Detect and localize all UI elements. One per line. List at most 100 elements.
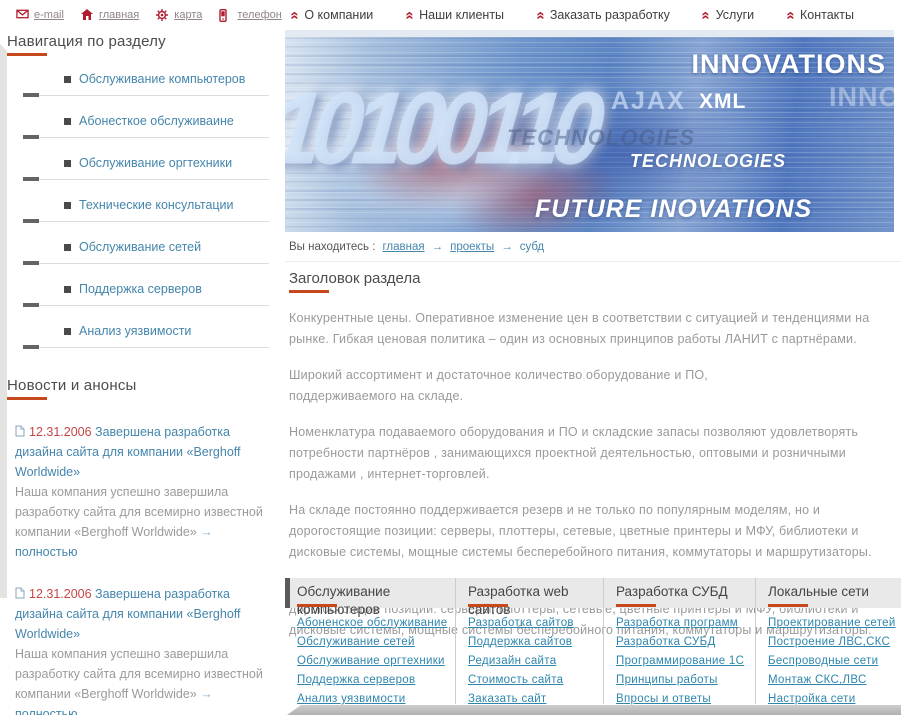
footer-column-lan: Локальные сети Проектирование сетей Пост…	[755, 578, 901, 705]
news-body: Наша компания успешно завершила разработ…	[15, 644, 273, 715]
footer-column-title: Обслуживание компьютеров	[297, 584, 391, 617]
accent-bar	[7, 397, 47, 400]
sidebar-item-label: Обслуживание сетей	[79, 240, 202, 254]
nav-item-clients[interactable]: « Наши клиенты	[401, 8, 505, 22]
footer-column-header: Обслуживание компьютеров	[285, 578, 455, 617]
chevrons-up-icon: «	[698, 11, 716, 19]
footer-column-header: Разработка web сайтов	[456, 578, 603, 617]
footer-link[interactable]: Проектирование сетей	[768, 617, 901, 629]
breadcrumb-link-home[interactable]: главная	[382, 241, 424, 253]
sidebar-item-servers[interactable]: Поддержка серверов	[7, 276, 283, 302]
document-icon	[15, 585, 25, 599]
phone-icon	[219, 8, 232, 22]
footer-link[interactable]: Обслуживание сетей	[297, 636, 455, 648]
news-item: 12.31.2006 Завершена разработка дизайна …	[7, 422, 283, 562]
nav-item-services[interactable]: « Услуги	[698, 8, 754, 22]
banner-text-future-inovations: FUTURE INOVATIONS	[535, 195, 813, 223]
chevrons-up-icon: «	[532, 11, 550, 19]
sidebar-item-networks[interactable]: Обслуживание сетей	[7, 234, 283, 260]
read-more-link[interactable]: полностью	[15, 545, 77, 559]
sidebar-item-subscription[interactable]: Абонесткое обслуживаине	[7, 108, 283, 134]
sidebar-item-label: Обслуживание компьютеров	[79, 72, 246, 86]
quick-link-email[interactable]: e-mail	[16, 9, 64, 22]
footer-link-columns: Обслуживание компьютеров Абоненское обсл…	[285, 578, 901, 705]
paragraph: Номенклатура подаваемого оборудования и …	[289, 425, 859, 481]
subheader-strip	[285, 30, 894, 37]
chevrons-up-icon: «	[286, 11, 304, 19]
news-body-text: Наша компания успешно завершила разработ…	[15, 485, 263, 539]
quick-link-label: телефон	[237, 9, 282, 21]
home-icon	[80, 8, 94, 22]
divider	[23, 135, 269, 141]
footer-link[interactable]: Редизайн сайта	[468, 655, 603, 667]
footer-link[interactable]: Настройка сети	[768, 693, 901, 705]
footer-column-title: Локальные сети	[768, 584, 869, 599]
nav-item-order[interactable]: « Заказать разработку	[532, 8, 670, 22]
footer-column-links: Проектирование сетей Построение ЛВС,СКС …	[756, 608, 901, 705]
accent-bar	[289, 290, 329, 293]
footer-link[interactable]: Стоимость сайта	[468, 674, 603, 686]
mail-icon	[16, 9, 29, 22]
footer-link[interactable]: Впросы и ответы	[616, 693, 755, 705]
sidebar-item-consulting[interactable]: Технические консультации	[7, 192, 283, 218]
accent-bar	[7, 53, 47, 56]
footer-link[interactable]: Анализ уязвимости	[297, 693, 455, 705]
footer-column-links: Разработка программ Разработка СУБД Прог…	[604, 608, 755, 705]
paragraph: Конкурентные цены. Оперативное изменение…	[289, 311, 870, 346]
news-header: Новости и анонсы	[7, 377, 283, 400]
footer-link[interactable]: Заказать сайт	[468, 693, 603, 705]
footer-link[interactable]: Разработка программ	[616, 617, 755, 629]
nav-item-contacts[interactable]: « Контакты	[782, 8, 854, 22]
accent-bar	[616, 604, 656, 607]
breadcrumb-link-projects[interactable]: проекты	[450, 241, 494, 253]
divider	[23, 219, 269, 225]
nav-item-label: Наши клиенты	[419, 8, 505, 22]
footer-link[interactable]: Поддержка серверов	[297, 674, 455, 686]
square-bullet-icon	[64, 328, 71, 335]
sidebar-item-computers[interactable]: Обслуживание компьютеров	[7, 66, 283, 92]
footer-dark-bar	[285, 578, 290, 608]
quick-link-home[interactable]: главная	[80, 8, 140, 22]
arrow-right-icon: →	[501, 240, 513, 253]
banner-text-innovations: INNOVATIONS	[691, 49, 886, 79]
breadcrumb-label: Вы находитесь :	[289, 240, 376, 253]
quick-link-label: главная	[98, 9, 140, 21]
footer-link[interactable]: Обслуживание оргтехники	[297, 655, 455, 667]
news-date: 12.31.2006	[29, 425, 92, 439]
footer-link[interactable]: Поддержка сайтов	[468, 636, 603, 648]
square-bullet-icon	[64, 286, 71, 293]
paragraph: На складе постоянно поддерживается резер…	[289, 503, 872, 559]
chevrons-up-icon: «	[401, 11, 419, 19]
square-bullet-icon	[64, 118, 71, 125]
accent-bar	[768, 604, 808, 607]
sidebar-item-label: Обслуживание оргтехники	[79, 156, 233, 170]
footer-column-header: Разработка СУБД	[604, 578, 755, 608]
footer-bar	[287, 705, 901, 715]
sidebar-item-office-equipment[interactable]: Обслуживание оргтехники	[7, 150, 283, 176]
sidebar: Навигация по разделу Обслуживание компью…	[7, 33, 283, 715]
quick-link-map[interactable]: карта	[156, 8, 202, 22]
footer-link[interactable]: Принципы работы	[616, 674, 755, 686]
sidebar-item-label: Анализ уязвимости	[79, 324, 192, 338]
left-gutter	[0, 58, 7, 598]
quick-links: e-mail главная карта телефон	[16, 0, 282, 30]
footer-link[interactable]: Беспроводные сети	[768, 655, 901, 667]
nav-item-about[interactable]: « О компании	[286, 8, 374, 22]
accent-bar	[468, 604, 508, 607]
sidebar-item-vulnerability[interactable]: Анализ уязвимости	[7, 318, 283, 344]
footer-column-computers: Обслуживание компьютеров Абоненское обсл…	[285, 578, 455, 705]
breadcrumb: Вы находитесь : главная → проекты → субд	[285, 232, 901, 262]
square-bullet-icon	[64, 76, 71, 83]
footer-link[interactable]: Программирование 1С	[616, 655, 755, 667]
read-more-link[interactable]: полностью	[15, 707, 77, 715]
footer-link[interactable]: Построение ЛВС,СКС	[768, 636, 901, 648]
banner-text-xml: XML	[699, 90, 747, 113]
footer-link[interactable]: Монтаж СКС,ЛВС	[768, 674, 901, 686]
sidebar-item-label: Технические консультации	[79, 198, 234, 212]
square-bullet-icon	[64, 202, 71, 209]
footer-link[interactable]: Разработка СУБД	[616, 636, 755, 648]
document-icon	[15, 423, 25, 437]
quick-link-phone[interactable]: телефон	[219, 8, 282, 22]
square-bullet-icon	[64, 244, 71, 251]
arrow-right-icon: →	[431, 240, 444, 253]
